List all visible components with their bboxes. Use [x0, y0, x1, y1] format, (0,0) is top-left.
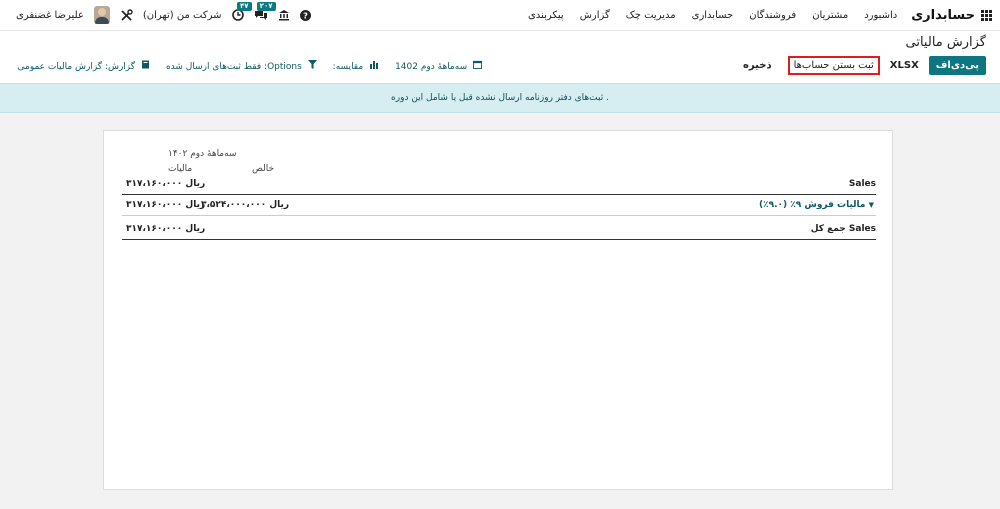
xlsx-button[interactable]: XLSX [890, 60, 919, 71]
tools-icon[interactable] [120, 8, 133, 22]
row-net-value: ۳،۵۲۴،۰۰۰،۰۰۰ ریال [201, 200, 290, 210]
book-icon [138, 60, 150, 72]
save-button[interactable]: ذخیره [743, 60, 772, 71]
menu-vendors[interactable]: فروشندگان [749, 10, 796, 21]
bar-chart-icon [366, 61, 379, 72]
app-switcher-icon[interactable] [981, 9, 992, 21]
menu-customers[interactable]: مشتریان [812, 10, 848, 21]
tax-line-dropdown[interactable]: مالیات فروش ۹٪ (۹.۰٪) ▼ [759, 200, 876, 210]
bank-icon[interactable] [278, 9, 290, 21]
report-selector[interactable]: گزارش: گزارش مالیات عمومی [18, 60, 150, 72]
row-tax-value: ۳۱۷،۱۶۰،۰۰۰ ریال [126, 200, 206, 210]
menu-accounting[interactable]: حسابداری [692, 10, 734, 21]
systray: ? ۲۰۷ ۴۷ شرکت من (تهران) علیرضا غضنفری [6, 2, 311, 24]
menu-configuration[interactable]: پیکربندی [528, 10, 564, 21]
compare-filter[interactable]: مقایسه: [333, 60, 379, 72]
help-icon[interactable]: ? [299, 9, 311, 21]
menu-dashboard[interactable]: داشبورد [864, 10, 897, 21]
period-filter-label: سه‌ماهۀ دوم 1402 [395, 62, 468, 72]
messages-icon[interactable]: ۲۰۷ [254, 2, 276, 21]
company-switcher[interactable]: شرکت من (تهران) [143, 10, 222, 21]
column-header-net: خالص [252, 164, 275, 174]
activity-badge: ۴۷ [236, 2, 252, 11]
row-label: مالیات فروش ۹٪ (۹.۰٪) [759, 200, 866, 210]
main-menu: حسابداری داشبورد مشتریان فروشندگان حسابد… [512, 8, 992, 23]
report-buttons: پی‌دی‌اف XLSX ثبت بستن حساب‌ها ذخیره [733, 56, 986, 75]
messages-badge: ۲۰۷ [256, 2, 276, 11]
pdf-button[interactable]: پی‌دی‌اف [928, 56, 986, 75]
options-filter-label: Options: فقط ثبت‌های ارسال شده [165, 62, 302, 72]
row-tax-value: ۳۱۷،۱۶۰،۰۰۰ ریال [126, 179, 206, 189]
report-filters: سه‌ماهۀ دوم 1402 مقایسه: Options: فقط ثب… [2, 60, 482, 72]
row-label: جمع کل Sales [810, 224, 876, 234]
table-row: Sales ۳۱۷،۱۶۰،۰۰۰ ریال [122, 175, 876, 195]
menu-reporting[interactable]: گزارش [580, 10, 610, 21]
user-avatar[interactable] [93, 6, 110, 24]
close-books-button[interactable]: ثبت بستن حساب‌ها [787, 56, 880, 75]
alert-text: . ثبت‌های دفتر روزنامه ارسال نشده قبل یا… [391, 93, 609, 103]
user-menu[interactable]: علیرضا غضنفری [16, 10, 84, 21]
page-title: گزارش مالیاتی [905, 35, 986, 50]
compare-filter-label: مقایسه: [332, 62, 364, 72]
calendar-icon [470, 60, 482, 72]
row-label: Sales [848, 179, 876, 189]
row-tax-value: ۳۱۷،۱۶۰،۰۰۰ ریال [126, 224, 206, 234]
column-header-tax: مالیات [168, 164, 193, 174]
column-header-period: سه‌ماهۀ دوم ۱۴۰۲ [168, 149, 237, 159]
top-navbar: حسابداری داشبورد مشتریان فروشندگان حسابد… [0, 0, 1000, 31]
app-title[interactable]: حسابداری [911, 8, 975, 23]
table-row: جمع کل Sales ۳۱۷،۱۶۰،۰۰۰ ریال [122, 220, 876, 240]
unposted-entries-alert: . ثبت‌های دفتر روزنامه ارسال نشده قبل یا… [0, 83, 1000, 113]
report-selector-label: گزارش: گزارش مالیات عمومی [17, 62, 136, 72]
menu-check-management[interactable]: مدیریت چک [626, 10, 676, 21]
control-panel: گزارش مالیاتی پی‌دی‌اف XLSX ثبت بستن حسا… [0, 31, 1000, 83]
funnel-icon [305, 60, 317, 72]
table-row[interactable]: مالیات فروش ۹٪ (۹.۰٪) ▼ ۳،۵۲۴،۰۰۰،۰۰۰ ری… [122, 196, 876, 216]
period-filter[interactable]: سه‌ماهۀ دوم 1402 [395, 60, 482, 72]
caret-down-icon: ▼ [868, 201, 874, 209]
report-sheet: سه‌ماهۀ دوم ۱۴۰۲ مالیات خالص Sales ۳۱۷،۱… [103, 130, 893, 490]
svg-text:?: ? [303, 10, 308, 20]
options-filter[interactable]: Options: فقط ثبت‌های ارسال شده [166, 60, 317, 72]
activity-clock-icon[interactable]: ۴۷ [231, 2, 252, 21]
